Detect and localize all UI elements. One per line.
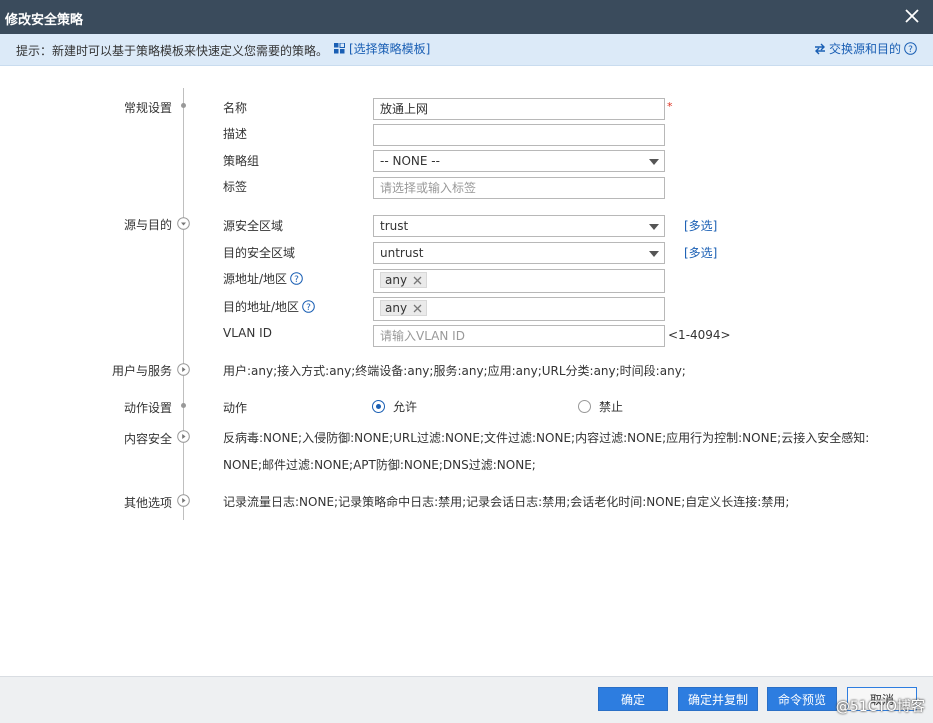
content-security-summary-line2: NONE;邮件过滤:NONE;APT防御:NONE;DNS过滤:NONE; (223, 458, 536, 472)
name-input[interactable]: 放通上网 (373, 98, 665, 120)
policy-group-value: -- NONE -- (380, 154, 440, 168)
vlan-id-label: VLAN ID (223, 326, 272, 340)
dst-address-tag: any (380, 300, 428, 316)
swap-arrows-icon (814, 43, 825, 54)
dst-address-tag-text: any (385, 301, 408, 315)
section-dot-icon (181, 103, 186, 108)
chevron-down-icon (649, 251, 659, 257)
radio-checked-icon (372, 400, 385, 413)
dialog-titlebar: 修改安全策略 (0, 0, 933, 34)
user-service-summary: 用户:any;接入方式:any;终端设备:any;服务:any;应用:any;U… (223, 364, 686, 378)
dst-zone-multi-select-link[interactable]: [多选] (684, 244, 717, 261)
description-input[interactable] (373, 124, 665, 146)
src-zone-select[interactable]: trust (373, 215, 665, 237)
section-dot-icon (181, 403, 186, 408)
ok-and-copy-button[interactable]: 确定并复制 (678, 687, 758, 711)
help-icon[interactable]: ? (290, 272, 303, 285)
policy-group-label: 策略组 (223, 154, 260, 168)
action-label: 动作 (223, 401, 248, 415)
dst-address-label-text: 目的地址/地区 (223, 300, 300, 314)
section-content: 内容安全 (123, 432, 172, 446)
close-icon[interactable] (901, 5, 923, 27)
src-address-tag: any (380, 272, 428, 288)
src-address-tag-text: any (385, 273, 408, 287)
collapse-down-icon[interactable] (177, 217, 190, 230)
required-mark: * (667, 100, 673, 113)
vlan-range-hint: <1-4094> (668, 328, 731, 342)
vlan-id-input[interactable]: 请输入VLAN ID (373, 325, 665, 347)
select-template-link[interactable]: [选择策略模板] (334, 40, 430, 57)
chevron-down-icon (649, 224, 659, 230)
other-options-summary: 记录流量日志:NONE;记录策略命中日志:禁用;记录会话日志:禁用;会话老化时间… (223, 495, 790, 509)
section-other: 其他选项 (123, 496, 172, 510)
policy-group-select[interactable]: -- NONE -- (373, 150, 665, 172)
src-zone-label: 源安全区域 (223, 219, 284, 233)
dialog-title: 修改安全策略 (5, 13, 84, 28)
ok-button[interactable]: 确定 (598, 687, 668, 711)
action-allow-label: 允许 (393, 400, 418, 414)
template-grid-icon (334, 43, 345, 54)
tag-label: 标签 (223, 180, 248, 194)
section-src-dst: 源与目的 (123, 218, 172, 232)
src-zone-value: trust (380, 219, 409, 233)
remove-tag-icon[interactable] (413, 304, 422, 313)
hint-text: 提示：新建时可以基于策略模板来快速定义您需要的策略。 (16, 44, 329, 58)
src-address-input[interactable]: any (373, 269, 665, 293)
dst-zone-select[interactable]: untrust (373, 242, 665, 264)
action-allow-radio[interactable]: 允许 (372, 398, 417, 415)
help-icon[interactable]: ? (302, 300, 315, 313)
hint-bar: 提示：新建时可以基于策略模板来快速定义您需要的策略。 [选择策略模板] 交换源和… (0, 34, 933, 66)
src-address-label-text: 源地址/地区 (223, 272, 288, 286)
command-preview-button[interactable]: 命令预览 (767, 687, 837, 711)
dst-address-label: 目的地址/地区 ? (223, 298, 315, 315)
section-general: 常规设置 (123, 101, 172, 115)
dst-address-input[interactable]: any (373, 297, 665, 321)
select-template-label: [选择策略模板] (349, 42, 431, 56)
svg-text:?: ? (306, 303, 311, 313)
chevron-down-icon (649, 159, 659, 165)
tag-input[interactable]: 请选择或输入标签 (373, 177, 665, 199)
help-icon[interactable]: ? (904, 42, 917, 55)
name-label: 名称 (223, 101, 248, 115)
action-deny-label: 禁止 (599, 400, 624, 414)
dst-zone-value: untrust (380, 246, 424, 260)
radio-unchecked-icon (578, 400, 591, 413)
section-timeline (183, 88, 184, 520)
remove-tag-icon[interactable] (413, 276, 422, 285)
svg-text:?: ? (294, 275, 299, 285)
dst-zone-label: 目的安全区域 (223, 246, 296, 260)
section-action: 动作设置 (123, 401, 172, 415)
dialog-footer: 确定 确定并复制 命令预览 取消 @51CTO博客 (0, 676, 933, 723)
expand-right-icon[interactable] (177, 494, 190, 507)
src-address-label: 源地址/地区 ? (223, 270, 303, 287)
description-label: 描述 (223, 127, 248, 141)
cancel-button[interactable]: 取消 (847, 687, 917, 711)
swap-src-dst-link[interactable]: 交换源和目的 ? (814, 40, 917, 57)
src-zone-multi-select-link[interactable]: [多选] (684, 217, 717, 234)
section-user-service: 用户与服务 (111, 364, 172, 378)
swap-src-dst-label: 交换源和目的 (828, 42, 901, 56)
expand-right-icon[interactable] (177, 363, 190, 376)
action-deny-radio[interactable]: 禁止 (578, 398, 623, 415)
svg-text:?: ? (908, 45, 913, 55)
expand-right-icon[interactable] (177, 430, 190, 443)
content-security-summary-line1: 反病毒:NONE;入侵防御:NONE;URL过滤:NONE;文件过滤:NONE;… (223, 431, 870, 445)
